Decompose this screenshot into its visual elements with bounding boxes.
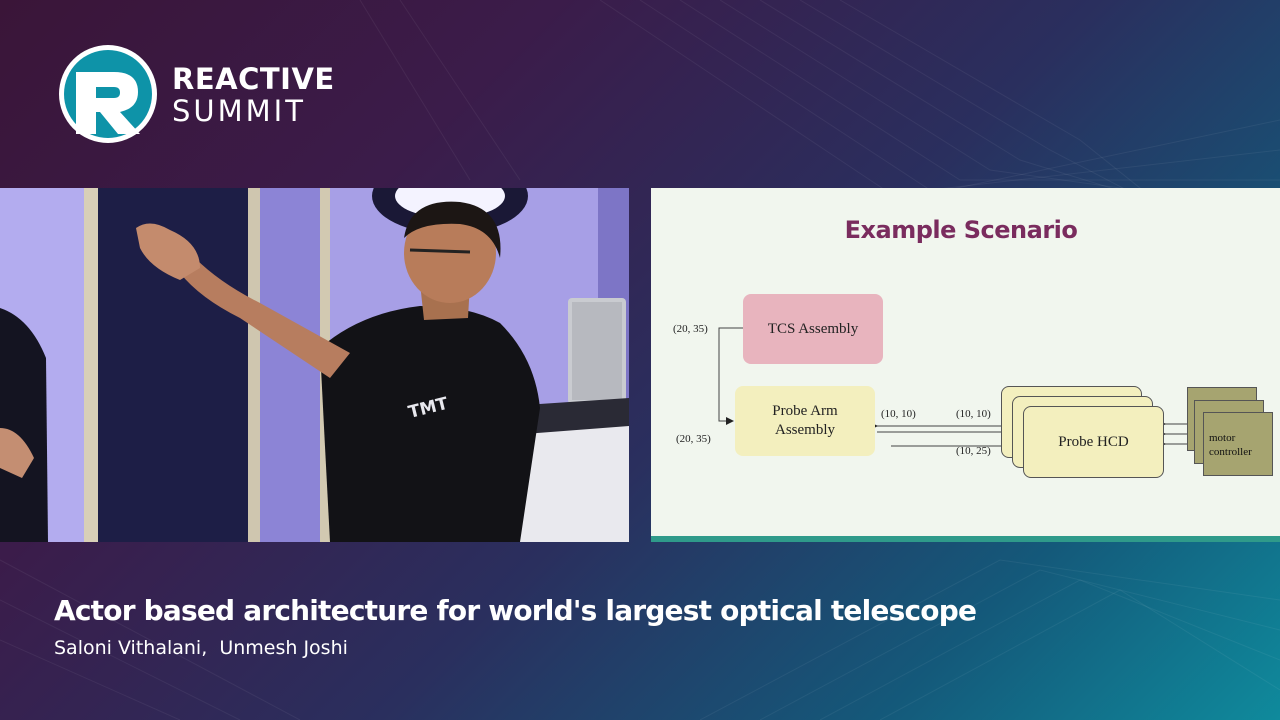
talk-title: Actor based architecture for world's lar… [54, 594, 977, 627]
probe-hcd-box: Probe HCD [1023, 406, 1164, 478]
tcs-assembly-box: TCS Assembly [743, 294, 883, 364]
presentation-slide: Example Scenario TCS Assembly Probe Arm … [651, 188, 1280, 542]
speaker-video[interactable]: TMT [0, 188, 629, 542]
probe-arm-label-line1: Probe Arm [772, 403, 838, 419]
coord-tcs-out: (20, 35) [673, 323, 708, 335]
coord-arm-to-hcd: (10, 10) [881, 408, 916, 420]
diagram-connectors [718, 327, 1202, 450]
speaker-names: Saloni Vithalani, Unmesh Joshi [54, 637, 348, 659]
logo-wordmark-reactive: REACTIVE [172, 62, 335, 96]
logo-r-icon [59, 45, 157, 143]
reactive-summit-logo: REACTIVE SUMMIT [56, 42, 356, 146]
logo-wordmark-summit: SUMMIT [172, 94, 306, 128]
coord-hcd-in-bottom: (10, 25) [956, 445, 991, 457]
probe-arm-assembly-box: Probe Arm Assembly [735, 386, 875, 456]
coord-probe-arm-in: (20, 35) [676, 433, 711, 445]
motor-controller-box: motor controller [1203, 412, 1273, 476]
motor-label-line2: controller [1209, 446, 1252, 458]
speaker-video-frame: TMT [0, 188, 629, 542]
slide-accent-bar [651, 536, 1280, 542]
motor-label-line1: motor [1209, 432, 1236, 444]
probe-arm-label-line2: Assembly [774, 422, 835, 438]
coord-hcd-in-top: (10, 10) [956, 408, 991, 420]
